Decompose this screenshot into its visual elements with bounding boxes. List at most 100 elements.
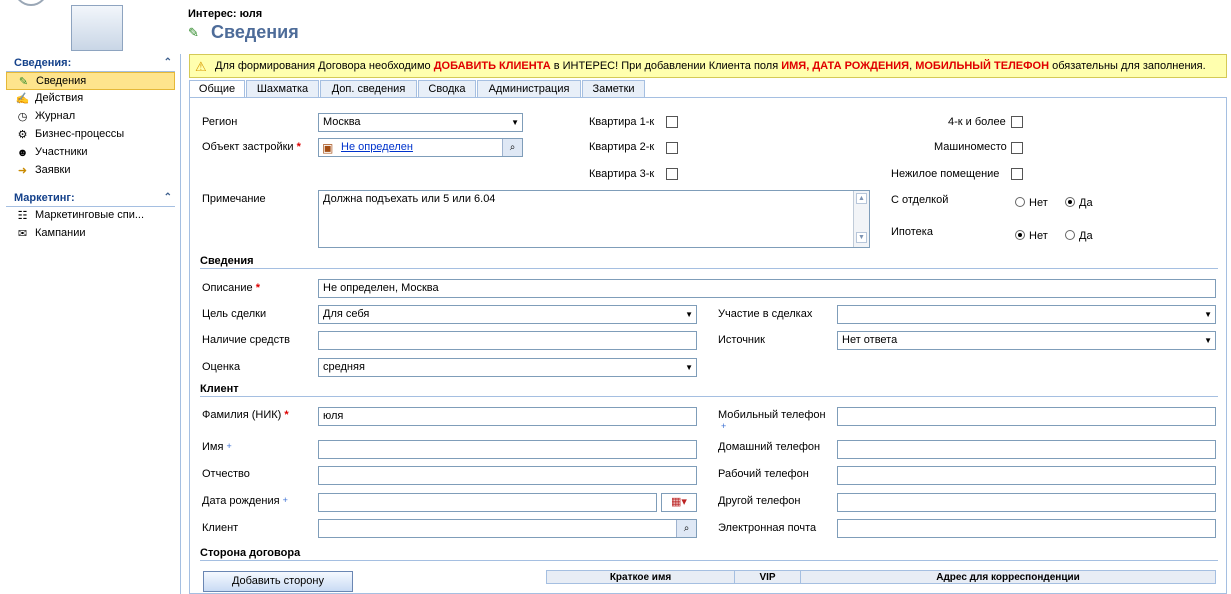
participants-icon: ☻ <box>16 147 29 159</box>
app-orb-icon[interactable] <box>14 0 48 6</box>
notification-bar: ⚠ Для формирования Договора необходимо Д… <box>189 54 1227 78</box>
region-select[interactable]: Москва <box>318 113 523 132</box>
firstname-input[interactable] <box>318 440 697 459</box>
flat3-checkbox[interactable] <box>666 168 678 180</box>
email-input[interactable] <box>837 519 1216 538</box>
tab-extra-details[interactable]: Доп. сведения <box>320 80 417 98</box>
scroll-down-icon[interactable]: ▼ <box>856 232 867 243</box>
column-header-address[interactable]: Адрес для корреспонденции <box>801 571 1215 584</box>
form-body: Регион Москва Объект застройки * ▣ Не оп… <box>189 97 1227 594</box>
entity-icon <box>71 5 123 51</box>
notice-text: Для формирования Договора необходимо <box>215 60 434 72</box>
mobile-label: Мобильный телефон + <box>718 409 826 433</box>
sidebar-item-marketing-lists[interactable]: ☷ Маркетинговые спи... <box>6 207 175 225</box>
mortgage-no-radio[interactable]: Нет <box>1015 230 1048 242</box>
sidebar-item-workflows[interactable]: ⚙ Бизнес-процессы <box>6 126 175 144</box>
workflow-icon: ⚙ <box>17 129 28 141</box>
flat2-checkbox[interactable] <box>666 142 678 154</box>
parking-label: Машиноместо <box>934 141 1007 153</box>
mobile-input[interactable] <box>837 407 1216 426</box>
rating-select[interactable]: средняя <box>318 358 697 377</box>
finish-yes-radio[interactable]: Да <box>1065 197 1093 209</box>
textarea-scrollbar[interactable]: ▲ ▼ <box>853 191 869 247</box>
column-header-short-name[interactable]: Краткое имя <box>547 571 735 584</box>
section-contract-party: Сторона договора <box>200 547 1218 561</box>
page-title: Сведения <box>211 22 299 42</box>
calendar-icon[interactable]: ▦▾ <box>661 493 697 512</box>
sidebar-item-activities[interactable]: ✍ Действия <box>6 90 175 108</box>
sidebar-item-details[interactable]: ✎ Сведения <box>6 72 175 90</box>
mortgage-yes-radio[interactable]: Да <box>1065 230 1093 242</box>
tab-administration[interactable]: Администрация <box>477 80 581 98</box>
collapse-icon[interactable]: ⌃ <box>164 192 172 203</box>
scroll-up-icon[interactable]: ▲ <box>856 193 867 204</box>
lookup-icon[interactable]: ⌕ <box>502 139 522 156</box>
lastname-input[interactable]: юля <box>318 407 697 426</box>
parking-checkbox[interactable] <box>1011 142 1023 154</box>
object-label: Объект застройки * <box>202 141 301 153</box>
description-label-text: Описание <box>202 282 253 294</box>
required-mark: * <box>296 141 301 153</box>
required-mark: * <box>284 409 289 421</box>
sidebar-item-label: Маркетинговые спи... <box>35 209 145 221</box>
other-phone-input[interactable] <box>837 493 1216 512</box>
mortgage-label: Ипотека <box>891 226 933 238</box>
lookup-icon[interactable]: ⌕ <box>676 520 696 537</box>
client-label: Клиент <box>202 522 239 534</box>
participation-select[interactable] <box>837 305 1216 324</box>
notice-highlight: ИМЯ, ДАТА РОЖДЕНИЯ <box>781 60 910 72</box>
collapse-icon[interactable]: ⌃ <box>164 57 172 68</box>
note-label: Примечание <box>202 193 266 205</box>
required-mark: * <box>255 282 260 294</box>
description-input[interactable]: Не определен, Москва <box>318 279 1216 298</box>
flat4-checkbox[interactable] <box>1011 116 1023 128</box>
notice-text: в ИНТЕРЕС! При добавлении Клиента поля <box>550 60 782 72</box>
tab-chessboard[interactable]: Шахматка <box>246 80 319 98</box>
tab-summary[interactable]: Сводка <box>418 80 476 98</box>
recommended-mark: + <box>282 495 288 505</box>
sidebar-item-participants[interactable]: ☻ Участники <box>6 144 175 162</box>
source-select[interactable]: Нет ответа <box>837 331 1216 350</box>
finish-no-radio[interactable]: Нет <box>1015 197 1048 209</box>
info-icon: ✎ <box>18 76 29 88</box>
sidebar-item-campaigns[interactable]: ✉ Кампании <box>6 225 175 243</box>
radio-dot <box>1065 197 1075 207</box>
sidebar-group-title[interactable]: Сведения: ⌃ <box>6 56 175 72</box>
work-phone-input[interactable] <box>837 466 1216 485</box>
sidebar-item-label: Сведения <box>36 75 87 87</box>
radio-label: Нет <box>1029 197 1048 209</box>
funds-input[interactable] <box>318 331 697 350</box>
purpose-select[interactable]: Для себя <box>318 305 697 324</box>
radio-label: Да <box>1079 197 1093 209</box>
birthdate-input[interactable] <box>318 493 657 512</box>
sidebar-item-history[interactable]: ◷ Журнал <box>6 108 175 126</box>
middlename-input[interactable] <box>318 466 697 485</box>
sidebar-item-label: Журнал <box>35 110 76 122</box>
client-lookup[interactable]: ⌕ <box>318 519 697 538</box>
marketing-list-icon: ☷ <box>17 210 28 222</box>
flat2-label: Квартира 2-к <box>589 141 655 153</box>
lastname-label-text: Фамилия (НИК) <box>202 409 282 421</box>
tab-notes[interactable]: Заметки <box>582 80 645 98</box>
participation-label: Участие в сделках <box>718 308 813 320</box>
birthdate-label: Дата рождения + <box>202 495 288 507</box>
column-header-vip[interactable]: VIP <box>735 571 801 584</box>
note-textarea[interactable]: Должна подъехать или 5 или 6.04 ▲ ▼ <box>318 190 870 248</box>
sidebar-item-requests[interactable]: ➜ Заявки <box>6 162 175 180</box>
flat1-label: Квартира 1-к <box>589 116 655 128</box>
section-client: Клиент <box>200 383 1218 397</box>
nonresidential-checkbox[interactable] <box>1011 168 1023 180</box>
rating-label: Оценка <box>202 361 241 373</box>
object-link[interactable]: Не определен <box>341 141 413 153</box>
sidebar-group-title[interactable]: Маркетинг: ⌃ <box>6 191 175 207</box>
flat1-checkbox[interactable] <box>666 116 678 128</box>
other-phone-label: Другой телефон <box>718 495 801 507</box>
middlename-label: Отчество <box>202 468 250 480</box>
recommended-mark: + <box>226 441 232 451</box>
home-phone-input[interactable] <box>837 440 1216 459</box>
radio-label: Да <box>1079 230 1093 242</box>
region-label: Регион <box>202 116 238 128</box>
object-lookup[interactable]: ▣ Не определен ⌕ <box>318 138 523 157</box>
add-party-button[interactable]: Добавить сторону <box>203 571 353 592</box>
radio-label: Нет <box>1029 230 1048 242</box>
